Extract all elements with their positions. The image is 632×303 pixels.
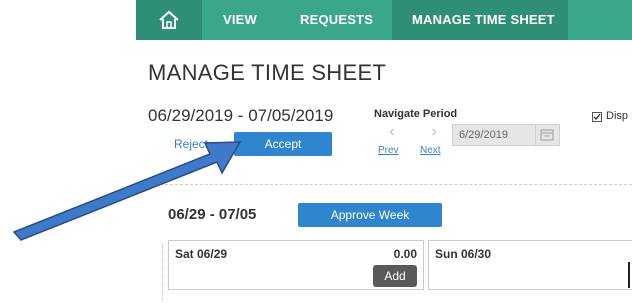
annotation-arrow bbox=[12, 141, 242, 241]
